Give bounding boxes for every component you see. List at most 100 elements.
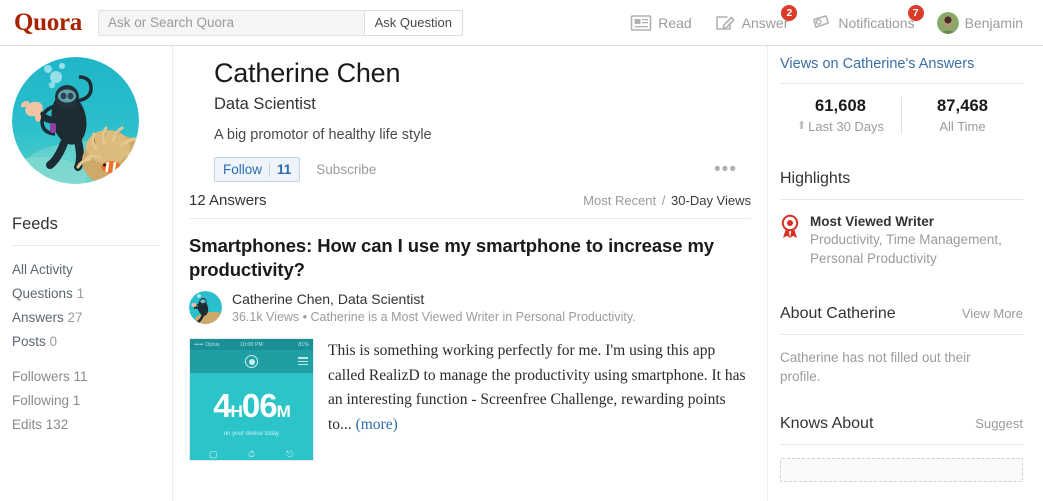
views-number: 87,468 xyxy=(936,97,989,115)
sidebar-item-answers[interactable]: Answers 27 xyxy=(12,306,160,330)
views-all-time: 87,468 All Time xyxy=(902,97,1023,134)
profile-tagline: A big promotor of healthy life style xyxy=(214,127,432,144)
longest-icon: ⎋ xyxy=(286,449,294,460)
quora-logo[interactable]: Quora xyxy=(14,10,98,35)
phone-status-bar: ••••• Optus 10:00 PM 81% xyxy=(190,339,313,351)
sidebar-item-posts[interactable]: Posts 0 xyxy=(12,330,160,354)
page-title: Catherine Chen xyxy=(214,58,401,88)
answer-byline: Catherine Chen, Data Scientist 36.1k Vie… xyxy=(189,291,751,325)
top-navigation-bar: Quora Ask Question Read xyxy=(0,0,1043,46)
nav-user-label: Benjamin xyxy=(964,14,1023,31)
sidebar-item-questions[interactable]: Questions 1 xyxy=(12,282,160,306)
byline-avatar[interactable] xyxy=(189,291,222,325)
notifications-badge: 7 xyxy=(907,4,924,21)
views-number: 61,608 xyxy=(814,97,867,115)
highlight-text: Most Viewed Writer Productivity, Time Ma… xyxy=(810,214,1023,269)
sidebar-item-label: Questions xyxy=(12,286,73,301)
follow-count: 11 xyxy=(277,162,292,178)
profile-avatar-area xyxy=(12,57,160,205)
sidebar-item-label: Followers xyxy=(12,369,70,384)
feeds-list: All Activity Questions 1 Answers 27 Post… xyxy=(12,258,160,437)
highlights-divider xyxy=(780,199,1023,200)
sidebar-item-followers[interactable]: Followers 11 xyxy=(12,365,160,389)
answer-thumbnail[interactable]: ••••• Optus 10:00 PM 81% 4H06M on your d… xyxy=(189,338,314,462)
about-title: About Catherine xyxy=(780,304,896,322)
knows-about-divider xyxy=(780,443,1023,445)
user-avatar xyxy=(936,11,959,34)
views-label: All Time xyxy=(939,119,986,134)
sidebar-item-label: All Activity xyxy=(12,262,73,277)
more-options-icon[interactable]: ••• xyxy=(714,160,737,179)
knows-about-suggest-link[interactable]: Suggest xyxy=(975,416,1023,431)
hamburger-menu-icon xyxy=(298,357,308,367)
answer-author[interactable]: Catherine Chen, Data Scientist xyxy=(232,291,636,307)
question-title[interactable]: Smartphones: How can I use my smartphone… xyxy=(189,234,751,281)
phone-battery: 81% xyxy=(298,341,309,348)
nav-actions: Read Answer 2 Notifications 7 Benjamin xyxy=(630,4,1029,34)
sidebar-item-count: 0 xyxy=(49,334,58,349)
follow-button[interactable]: Follow 11 xyxy=(214,157,301,183)
answer-icon xyxy=(714,13,736,33)
knows-about-placeholder[interactable] xyxy=(780,457,1023,482)
answers-toolbar: 12 Answers Most Recent / 30-Day Views xyxy=(173,182,767,209)
answer-card: Smartphones: How can I use my smartphone… xyxy=(173,219,767,462)
about-header: About Catherine View More xyxy=(780,305,1023,323)
highlights-title: Highlights xyxy=(780,170,851,187)
interval-icon: ⏱ xyxy=(247,449,255,460)
read-icon xyxy=(630,13,652,33)
answer-text-block: This is something working perfectly for … xyxy=(328,338,751,461)
phone-stat-longest: ⎋ 30m Longest Use xyxy=(271,450,309,460)
ask-question-button[interactable]: Ask Question xyxy=(363,9,463,36)
answer-content: ••••• Optus 10:00 PM 81% 4H06M on your d… xyxy=(189,338,751,462)
views-divider xyxy=(780,83,1023,84)
screen-time-caption: on your device today xyxy=(223,431,280,438)
nav-user-menu[interactable]: Benjamin xyxy=(936,11,1023,34)
search-container: Ask Question xyxy=(97,9,463,36)
byline-text: Catherine Chen, Data Scientist 36.1k Vie… xyxy=(232,291,636,324)
sort-separator: / xyxy=(661,193,666,209)
nav-notifications-label: Notifications xyxy=(838,14,915,31)
knows-about-header: Knows About Suggest xyxy=(780,415,1023,433)
app-logo-icon xyxy=(245,355,258,369)
views-heading-link[interactable]: Views on Catherine's Answers xyxy=(780,46,1023,72)
sidebar-item-count: 1 xyxy=(76,286,85,301)
app-logo-inner xyxy=(248,358,255,365)
sidebar-item-count: 1 xyxy=(72,393,81,408)
views-label-row: All Time xyxy=(902,119,1023,134)
sort-most-recent[interactable]: Most Recent xyxy=(583,193,656,208)
nav-answer[interactable]: Answer 2 xyxy=(714,4,798,33)
sidebar-item-all-activity[interactable]: All Activity xyxy=(12,258,160,282)
left-sidebar: Feeds All Activity Questions 1 Answers 2… xyxy=(0,46,172,501)
answer-meta: 36.1k Views • Catherine is a Most Viewed… xyxy=(232,310,636,325)
sidebar-item-edits[interactable]: Edits 132 xyxy=(12,413,160,437)
sidebar-item-label: Answers xyxy=(12,310,64,325)
feeds-divider xyxy=(12,245,160,246)
about-view-more-link[interactable]: View More xyxy=(962,306,1023,321)
nav-read[interactable]: Read xyxy=(630,13,692,33)
subscribe-button[interactable]: Subscribe xyxy=(316,162,376,177)
up-arrow-icon: ⬆ xyxy=(796,120,807,132)
highlights-header: Highlights xyxy=(780,170,1023,188)
nav-notifications[interactable]: Notifications 7 xyxy=(810,4,924,33)
follow-button-label: Follow xyxy=(223,162,263,178)
about-divider xyxy=(780,333,1023,335)
profile-avatar[interactable] xyxy=(12,57,139,184)
read-more-link[interactable]: (more) xyxy=(356,416,398,433)
views-label: Last 30 Days xyxy=(808,119,885,134)
views-last-30-days: 61,608 ⬆ Last 30 Days xyxy=(780,97,902,134)
screen-time-minutes-unit: M xyxy=(276,402,291,422)
sort-controls: Most Recent / 30-Day Views xyxy=(583,193,751,208)
phone-navbar xyxy=(190,350,313,374)
highlight-most-viewed-writer: Most Viewed Writer Productivity, Time Ma… xyxy=(780,214,1023,269)
screen-time-value: 4H06M xyxy=(190,389,313,422)
screen-time-minutes: 06 xyxy=(241,387,278,425)
sidebar-item-count: 11 xyxy=(73,369,88,384)
sidebar-item-following[interactable]: Following 1 xyxy=(12,389,160,413)
phone-time: 10:00 PM xyxy=(239,341,263,348)
phone-stats-row: ▢ 53 Pickups ⏱ 20m Pickup Interval ⎋ xyxy=(190,450,313,460)
sidebar-item-count: 132 xyxy=(45,417,69,432)
views-stats: 61,608 ⬆ Last 30 Days 87,468 All Time xyxy=(780,97,1023,134)
sort-30-day-views[interactable]: 30-Day Views xyxy=(671,193,751,208)
phone-screenshot: ••••• Optus 10:00 PM 81% 4H06M on your d… xyxy=(190,339,313,461)
